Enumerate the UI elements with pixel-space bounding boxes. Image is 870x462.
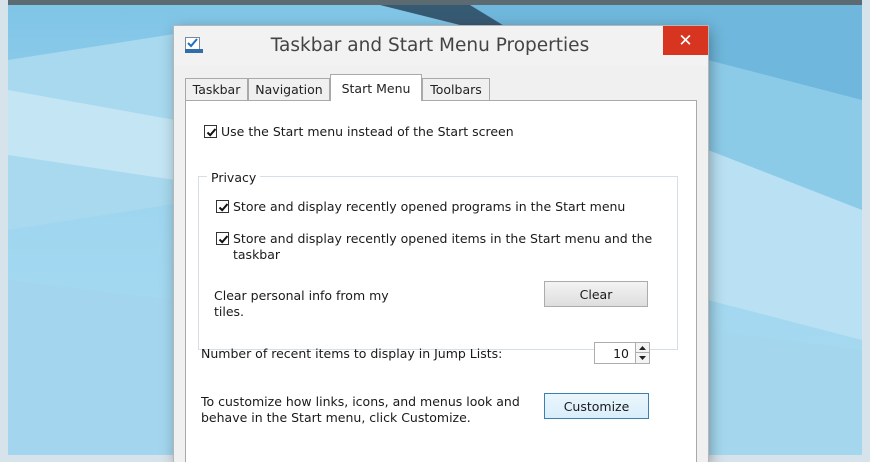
taskbar-properties-icon xyxy=(185,37,203,53)
clear-button[interactable]: Clear xyxy=(544,281,648,307)
close-button[interactable]: ✕ xyxy=(663,26,708,55)
tab-label: Navigation xyxy=(255,82,323,97)
store-programs-label: Store and display recently opened progra… xyxy=(233,199,626,214)
store-items-label-line1: Store and display recently opened items … xyxy=(233,231,653,246)
spin-down-button[interactable] xyxy=(635,353,649,363)
spin-down-arrow-icon xyxy=(639,356,646,360)
checkmark-icon xyxy=(206,128,217,137)
tab-toolbars[interactable]: Toolbars xyxy=(422,78,490,100)
clear-button-label: Clear xyxy=(579,286,613,302)
title-bar[interactable]: Taskbar and Start Menu Properties ✕ xyxy=(174,26,708,66)
checkmark-icon xyxy=(218,235,229,244)
privacy-group-title: Privacy xyxy=(207,170,261,185)
customize-description-line1: To customize how links, icons, and menus… xyxy=(201,394,520,409)
tab-start-menu[interactable]: Start Menu xyxy=(330,74,422,101)
frame-top xyxy=(0,0,870,5)
checkmark-icon xyxy=(218,203,229,212)
customize-button-label: Customize xyxy=(563,398,630,414)
spin-up-arrow-icon xyxy=(639,345,646,350)
window-title: Taskbar and Start Menu Properties xyxy=(270,35,590,56)
tab-navigation[interactable]: Navigation xyxy=(248,78,330,100)
customize-description-line2: behave in the Start menu, click Customiz… xyxy=(201,410,471,425)
jump-lists-count-spinner[interactable]: 10 xyxy=(594,342,650,364)
jump-lists-label: Number of recent items to display in Jum… xyxy=(201,346,503,361)
clear-info-label-line1: Clear personal info from my xyxy=(214,288,389,303)
clear-info-label-line2: tiles. xyxy=(214,304,245,319)
close-icon: ✕ xyxy=(678,30,693,51)
use-start-menu-label: Use the Start menu instead of the Start … xyxy=(221,124,514,139)
spin-up-button[interactable] xyxy=(635,343,649,353)
frame-left xyxy=(0,0,8,462)
properties-dialog: Taskbar and Start Menu Properties ✕ Task… xyxy=(174,26,708,462)
frame-right xyxy=(862,0,870,462)
tab-label: Toolbars xyxy=(430,82,482,97)
customize-button[interactable]: Customize xyxy=(544,393,649,419)
tab-taskbar[interactable]: Taskbar xyxy=(185,78,248,100)
store-programs-checkbox[interactable] xyxy=(216,200,229,213)
store-items-checkbox[interactable] xyxy=(216,232,229,245)
tab-label: Taskbar xyxy=(192,82,241,97)
jump-lists-value[interactable]: 10 xyxy=(599,346,629,361)
store-items-label-line2: taskbar xyxy=(233,247,281,262)
use-start-menu-checkbox[interactable] xyxy=(204,125,217,138)
tab-label: Start Menu xyxy=(341,80,411,96)
